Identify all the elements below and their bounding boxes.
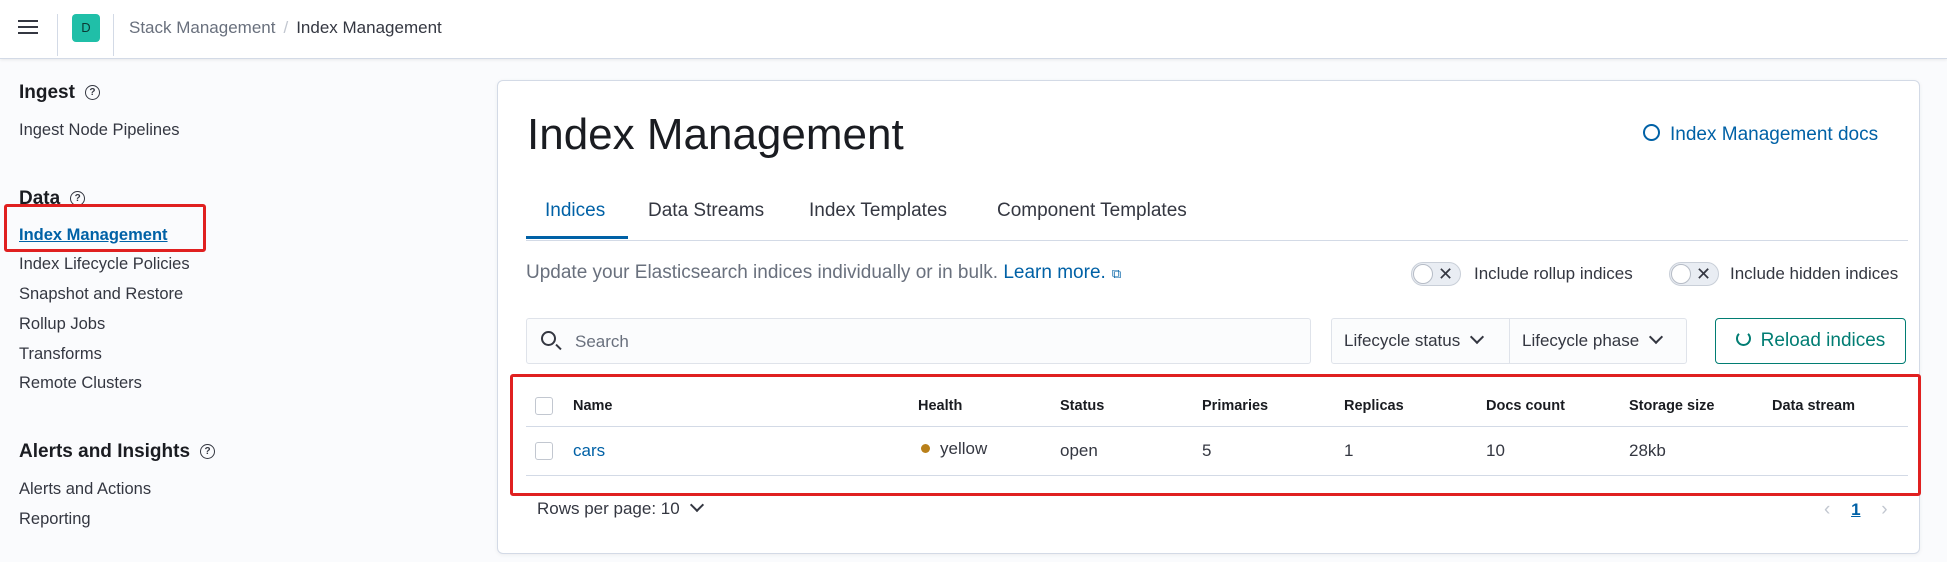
rollup-indices-switch[interactable]: ✕ <box>1411 262 1461 286</box>
close-icon: ✕ <box>1696 264 1712 284</box>
column-header-primaries[interactable]: Primaries <box>1202 398 1268 414</box>
chevron-down-icon <box>1649 329 1664 345</box>
column-header-replicas[interactable]: Replicas <box>1344 398 1404 414</box>
help-icon[interactable]: ? <box>200 444 216 460</box>
chevron-right-icon[interactable]: › <box>1881 499 1887 520</box>
description: Update your Elasticsearch indices indivi… <box>526 262 1121 284</box>
sidebar-item-index-management[interactable]: Index Management <box>19 226 168 245</box>
sidebar: Ingest? Ingest Node Pipelines Data? Inde… <box>0 58 470 562</box>
reload-indices-button[interactable]: Reload indices <box>1715 318 1906 364</box>
sidebar-item-snapshot-and-restore[interactable]: Snapshot and Restore <box>19 285 183 304</box>
filter-group: Lifecycle status Lifecycle phase <box>1331 318 1687 364</box>
breadcrumb-index-management: Index Management <box>296 18 442 37</box>
header-divider <box>113 14 114 56</box>
lifecycle-phase-filter[interactable]: Lifecycle phase <box>1522 319 1664 363</box>
chevron-down-icon <box>1470 329 1485 345</box>
health-cell: yellow <box>921 439 987 459</box>
storage-size-cell: 28kb <box>1629 441 1666 460</box>
search-icon <box>541 331 556 346</box>
select-all-checkbox[interactable] <box>535 397 553 415</box>
sidebar-section-ingest: Ingest? <box>19 82 100 104</box>
menu-icon[interactable] <box>14 16 42 42</box>
rollup-indices-label: Include rollup indices <box>1474 264 1633 283</box>
sidebar-section-data: Data? <box>19 188 86 210</box>
search-input[interactable] <box>573 319 1297 365</box>
page-number[interactable]: 1 <box>1851 500 1860 519</box>
lifebuoy-icon <box>1643 124 1660 142</box>
chevron-down-icon <box>689 497 704 513</box>
row-checkbox[interactable] <box>535 442 553 460</box>
docs-count-cell: 10 <box>1486 441 1505 460</box>
sidebar-item-index-lifecycle-policies[interactable]: Index Lifecycle Policies <box>19 255 190 274</box>
hidden-indices-label: Include hidden indices <box>1730 264 1899 283</box>
replicas-cell: 1 <box>1344 441 1354 460</box>
search-box <box>526 318 1311 365</box>
tab-component-templates[interactable]: Component Templates <box>997 200 1187 222</box>
hidden-indices-switch[interactable]: ✕ <box>1669 262 1719 286</box>
refresh-icon <box>1735 331 1751 346</box>
active-tab-indicator <box>526 236 628 239</box>
sidebar-item-reporting[interactable]: Reporting <box>19 510 91 529</box>
breadcrumb-stack-management[interactable]: Stack Management <box>129 18 275 37</box>
primaries-cell: 5 <box>1202 441 1212 460</box>
sidebar-item-remote-clusters[interactable]: Remote Clusters <box>19 374 142 393</box>
health-status-dot <box>921 444 930 453</box>
tab-indices[interactable]: Indices <box>545 200 605 222</box>
docs-link[interactable]: Index Management docs <box>1643 124 1878 146</box>
column-header-health[interactable]: Health <box>918 398 962 414</box>
docs-link-label: Index Management docs <box>1670 124 1879 145</box>
help-icon[interactable]: ? <box>70 191 86 207</box>
space-avatar[interactable]: D <box>72 14 100 42</box>
sidebar-item-ingest-node-pipelines[interactable]: Ingest Node Pipelines <box>19 121 180 140</box>
sidebar-item-transforms[interactable]: Transforms <box>19 345 102 364</box>
column-header-data-stream[interactable]: Data stream <box>1772 398 1855 414</box>
lifecycle-status-filter[interactable]: Lifecycle status <box>1344 319 1485 363</box>
breadcrumb: Stack Management / Index Management <box>129 18 442 37</box>
header-divider <box>57 14 58 56</box>
chevron-left-icon[interactable]: ‹ <box>1824 499 1830 520</box>
status-cell: open <box>1060 441 1098 460</box>
index-name-link[interactable]: cars <box>573 441 605 461</box>
page-title: Index Management <box>527 110 904 159</box>
table-row: cars yellow open 5 1 10 28kb <box>526 427 1908 476</box>
column-header-storage-size[interactable]: Storage size <box>1629 398 1714 414</box>
description-text: Update your Elasticsearch indices indivi… <box>526 262 999 283</box>
pagination: ‹ 1 › <box>1824 499 1888 521</box>
external-link-icon: ⧉ <box>1111 266 1122 281</box>
close-icon: ✕ <box>1438 264 1454 284</box>
sidebar-item-rollup-jobs[interactable]: Rollup Jobs <box>19 315 105 334</box>
top-header: D Stack Management / Index Management <box>0 0 1947 59</box>
help-icon[interactable]: ? <box>84 85 100 101</box>
column-header-status[interactable]: Status <box>1060 398 1104 414</box>
tab-data-streams[interactable]: Data Streams <box>648 200 764 222</box>
sidebar-item-alerts-and-actions[interactable]: Alerts and Actions <box>19 480 151 499</box>
tabs: Indices Data Streams Index Templates Com… <box>526 190 1908 241</box>
sidebar-section-alerts-and-insights: Alerts and Insights? <box>19 441 216 463</box>
table-header: Name Health Status Primaries Replicas Do… <box>526 386 1908 427</box>
tab-index-templates[interactable]: Index Templates <box>809 200 947 222</box>
column-header-docs-count[interactable]: Docs count <box>1486 398 1565 414</box>
rows-per-page-selector[interactable]: Rows per page: 10 <box>537 497 704 519</box>
learn-more-link[interactable]: Learn more. ⧉ <box>1003 262 1121 283</box>
column-header-name[interactable]: Name <box>573 398 613 414</box>
